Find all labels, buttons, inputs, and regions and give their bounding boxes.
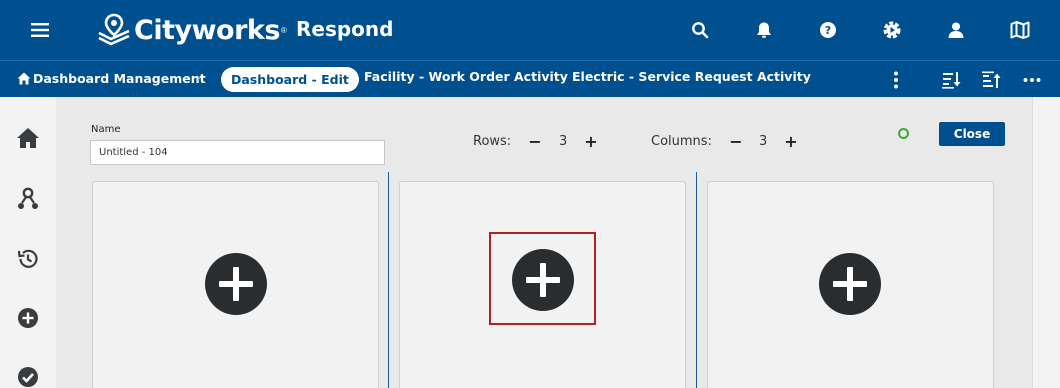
rows-value: 3: [559, 134, 568, 149]
columns-label: Columns:: [651, 134, 712, 149]
more-horizontal-icon[interactable]: [1021, 69, 1043, 91]
breadcrumb-dashboard-management[interactable]: Dashboard Management: [17, 71, 206, 86]
add-circle-icon[interactable]: [16, 306, 40, 330]
cityworks-logo-icon: [98, 13, 130, 46]
columns-decrement-button[interactable]: −: [727, 132, 745, 152]
selection-highlight: [489, 232, 596, 325]
breadcrumb-label: Dashboard Management: [33, 71, 206, 86]
bell-icon[interactable]: [752, 18, 776, 42]
help-icon[interactable]: ?: [816, 18, 840, 42]
svg-text:?: ?: [825, 24, 831, 37]
cityworks-logo: Cityworks ®: [96, 12, 287, 48]
brand-name: Cityworks: [134, 14, 280, 46]
rows-increment-button[interactable]: +: [582, 132, 600, 152]
add-widget-icon[interactable]: [205, 253, 267, 315]
more-vertical-icon[interactable]: [885, 69, 907, 91]
breadcrumb-separator: ›: [196, 71, 202, 86]
tab-facility-work-order-activity[interactable]: Facility - Work Order Activity: [364, 69, 568, 84]
tab-dashboard-edit[interactable]: Dashboard - Edit: [221, 67, 359, 92]
close-button[interactable]: Close: [939, 122, 1005, 146]
rows-decrement-button[interactable]: −: [526, 132, 544, 152]
home-icon: [17, 72, 31, 85]
app-name: Respond: [296, 17, 394, 41]
sort-descending-icon[interactable]: [941, 69, 963, 91]
history-icon[interactable]: [16, 247, 40, 271]
sort-ascending-icon[interactable]: [981, 69, 1003, 91]
brand-registered-mark: ®: [280, 25, 287, 35]
search-icon[interactable]: [688, 18, 712, 42]
home-icon[interactable]: [16, 126, 40, 150]
map-icon[interactable]: [1008, 18, 1032, 42]
dashboard-tabbar: Dashboard Management › Dashboard - Edit …: [0, 60, 1060, 97]
workflow-icon[interactable]: [16, 187, 40, 211]
settings-icon[interactable]: [880, 18, 904, 42]
check-circle-icon[interactable]: [16, 365, 40, 388]
dashboard-name-input[interactable]: [90, 140, 385, 165]
app-header: Cityworks ® Respond ?: [0, 0, 1060, 60]
add-widget-icon[interactable]: [819, 253, 881, 315]
column-divider[interactable]: [388, 172, 389, 388]
tab-electric-service-request-activity[interactable]: Electric - Service Request Activity: [572, 69, 811, 84]
name-label: Name: [91, 124, 121, 135]
column-divider[interactable]: [696, 172, 697, 388]
columns-value: 3: [759, 134, 768, 149]
columns-increment-button[interactable]: +: [782, 132, 800, 152]
vertical-scrollbar[interactable]: [1032, 97, 1060, 388]
rows-label: Rows:: [473, 134, 512, 149]
status-indicator: [898, 128, 909, 139]
user-icon[interactable]: [944, 18, 968, 42]
hamburger-menu-icon[interactable]: [28, 18, 52, 42]
